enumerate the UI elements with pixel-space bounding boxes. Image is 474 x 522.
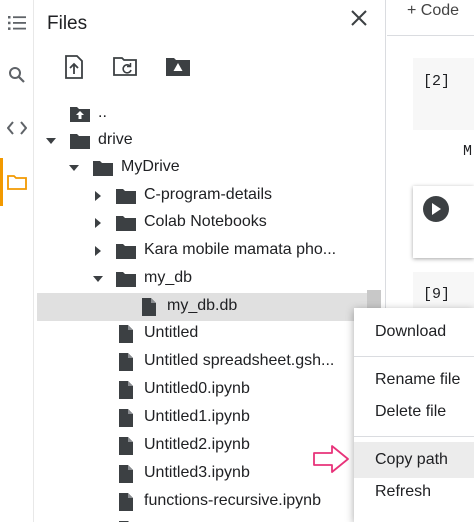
toc-icon[interactable]	[0, 8, 34, 38]
menu-item-label: Copy path	[375, 451, 448, 468]
file-context-menu: Download Rename file Delete file Copy pa…	[354, 308, 474, 522]
mount-drive-icon[interactable]	[163, 52, 193, 82]
tree-item-mydrive[interactable]: MyDrive	[34, 154, 385, 182]
tree-item-folder[interactable]: Kara mobile mamata pho...	[34, 237, 385, 265]
tree-item-label: my_db.db	[167, 297, 238, 314]
tree-item-label: drive	[98, 131, 133, 148]
file-icon	[116, 492, 136, 512]
folder-icon	[116, 186, 136, 206]
menu-item-label: Rename file	[375, 371, 461, 388]
tree-item-label: Kara mobile mamata pho...	[144, 241, 337, 258]
menu-item-rename[interactable]: Rename file	[354, 362, 474, 398]
menu-item-delete[interactable]: Delete file	[354, 394, 474, 430]
file-icon	[116, 352, 136, 372]
notebook-toolbar: + Code	[387, 0, 474, 36]
code-snippets-icon[interactable]	[0, 113, 34, 143]
file-icon	[116, 380, 136, 400]
folder-refresh-icon[interactable]	[111, 52, 141, 82]
upload-file-icon[interactable]	[59, 52, 89, 82]
caret-down-icon[interactable]	[67, 161, 81, 175]
tree-item-label: MyDrive	[121, 158, 180, 175]
menu-item-download[interactable]: Download	[354, 314, 474, 350]
tree-item-label: Untitled	[144, 324, 199, 341]
caret-right-icon[interactable]	[91, 189, 105, 203]
file-icon	[116, 408, 136, 428]
tree-item-folder[interactable]: C-program-details	[34, 182, 385, 210]
tree-item-label: Untitled1.ipynb	[144, 408, 250, 425]
file-icon	[116, 464, 136, 484]
tree-item-label: Untitled spreadsheet.gsh...	[144, 352, 335, 369]
tree-item-file[interactable]	[34, 516, 385, 522]
caret-right-icon[interactable]	[91, 216, 105, 230]
folder-icon	[116, 269, 136, 289]
tree-item-file[interactable]: Untitled1.ipynb	[34, 404, 385, 432]
tree-item-file[interactable]: Untitled0.ipynb	[34, 376, 385, 404]
caret-down-icon[interactable]	[91, 272, 105, 286]
tree-item-my-db[interactable]: my_db	[34, 265, 385, 293]
tree-item-label: functions-recursive.ipynb	[144, 492, 321, 509]
tree-item-file[interactable]: Untitled spreadsheet.gsh...	[34, 348, 385, 376]
cell-execution-count: [9]	[423, 286, 451, 303]
panel-title: Files	[47, 13, 88, 34]
folder-icon[interactable]	[0, 167, 34, 197]
tree-item-label: Untitled0.ipynb	[144, 380, 250, 397]
tree-item-folder[interactable]: Colab Notebooks	[34, 209, 385, 237]
folder-icon	[93, 158, 113, 178]
menu-divider	[354, 436, 474, 437]
menu-item-label: Delete file	[375, 403, 447, 420]
activity-rail	[0, 0, 34, 522]
add-code-button[interactable]: + Code	[407, 2, 459, 20]
tree-item-label: my_db	[144, 269, 193, 286]
caret-down-icon[interactable]	[44, 134, 58, 148]
tree-item-selected-file[interactable]: my_db.db	[37, 293, 367, 321]
tree-item-label: Untitled2.ipynb	[144, 436, 250, 453]
file-icon	[139, 297, 159, 317]
tree-item-parent[interactable]: ..	[34, 100, 385, 128]
close-icon[interactable]	[347, 6, 371, 30]
tree-item-drive[interactable]: drive	[34, 127, 385, 155]
run-cell-button[interactable]	[423, 196, 449, 222]
tree-item-label: Untitled3.ipynb	[144, 464, 250, 481]
menu-divider	[354, 356, 474, 357]
cell-execution-count: [2]	[423, 73, 451, 90]
tree-item-file[interactable]: Untitled	[34, 320, 385, 348]
menu-item-copy-path[interactable]: Copy path	[354, 442, 474, 478]
pointer-arrow-icon	[313, 445, 349, 473]
active-code-cell[interactable]	[413, 186, 474, 258]
tree-item-file[interactable]: functions-recursive.ipynb	[34, 488, 385, 516]
folder-icon	[116, 213, 136, 233]
folder-icon	[70, 131, 90, 151]
caret-right-icon[interactable]	[91, 244, 105, 258]
tree-item-label: ..	[98, 104, 107, 121]
folder-up-icon	[70, 104, 90, 124]
menu-item-label: Download	[375, 323, 447, 340]
menu-item-label: Refresh	[375, 483, 432, 500]
code-cell[interactable]	[413, 58, 474, 130]
folder-icon	[116, 241, 136, 261]
menu-item-refresh[interactable]: Refresh	[354, 474, 474, 510]
tree-item-label: Colab Notebooks	[144, 213, 267, 230]
file-icon	[116, 324, 136, 344]
cell-output-text: M	[463, 143, 473, 160]
file-icon	[116, 436, 136, 456]
tree-item-label: C-program-details	[144, 186, 273, 203]
search-icon[interactable]	[0, 60, 34, 90]
